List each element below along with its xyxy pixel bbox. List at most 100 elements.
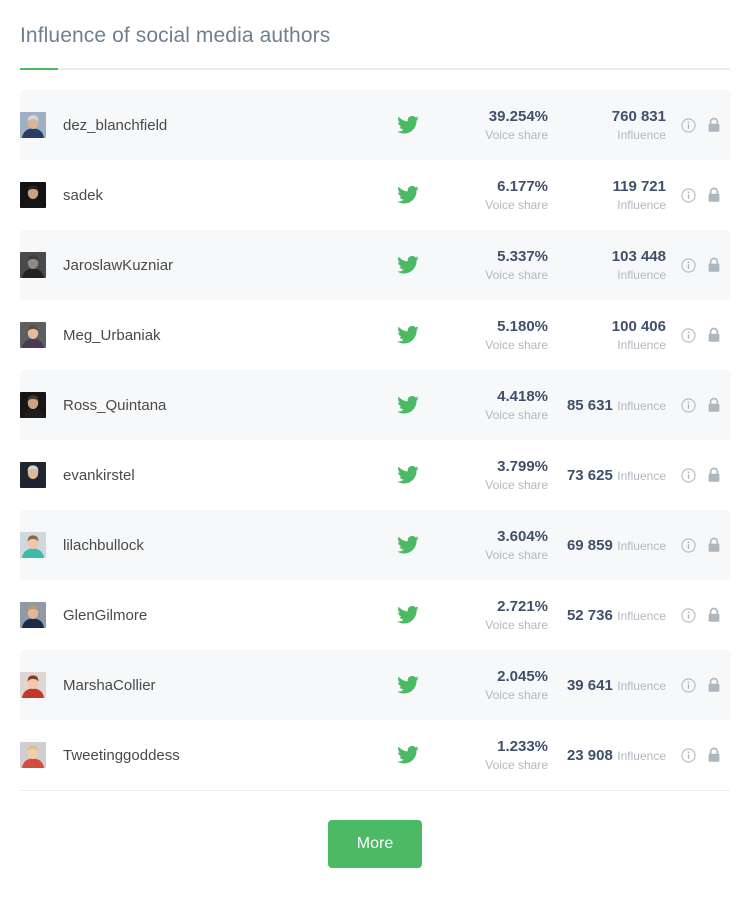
table-row[interactable]: Meg_Urbaniak 5.180% Voice share 100 406 … xyxy=(20,300,730,370)
voice-share-metric: 4.418% Voice share xyxy=(428,387,548,424)
lock-icon[interactable] xyxy=(706,327,722,343)
lock-icon[interactable] xyxy=(706,467,722,483)
info-circle-icon[interactable] xyxy=(680,467,696,483)
author-username: sadek xyxy=(63,186,104,204)
author-username: Meg_Urbaniak xyxy=(63,326,161,344)
avatar xyxy=(20,462,46,488)
info-circle-icon[interactable] xyxy=(680,187,696,203)
table-row[interactable]: GlenGilmore 2.721% Voice share 52 736 In… xyxy=(20,580,730,650)
avatar xyxy=(20,742,46,768)
lock-icon[interactable] xyxy=(706,537,722,553)
voice-share-value: 1.233% xyxy=(497,737,548,755)
info-circle-icon[interactable] xyxy=(680,117,696,133)
lock-icon[interactable] xyxy=(706,257,722,273)
card-header: Influence of social media authors xyxy=(0,0,750,70)
voice-share-value: 3.604% xyxy=(497,527,548,545)
info-circle-icon[interactable] xyxy=(680,327,696,343)
info-circle-icon[interactable] xyxy=(680,397,696,413)
influence-metric: 103 448 Influence xyxy=(548,247,666,284)
lock-icon[interactable] xyxy=(706,117,722,133)
voice-share-value: 2.721% xyxy=(497,597,548,615)
table-row[interactable]: evankirstel 3.799% Voice share 73 625 In… xyxy=(20,440,730,510)
page-title: Influence of social media authors xyxy=(20,24,331,47)
influence-value: 23 908 xyxy=(566,746,613,764)
twitter-bird-icon xyxy=(388,466,428,484)
more-button[interactable]: More xyxy=(328,820,422,868)
avatar xyxy=(20,602,46,628)
influence-metric: 119 721 Influence xyxy=(548,177,666,214)
influence-label: Influence xyxy=(617,538,666,553)
influence-value: 85 631 xyxy=(566,396,613,414)
influence-value: 119 721 xyxy=(612,177,666,195)
voice-share-metric: 6.177% Voice share xyxy=(428,177,548,214)
influence-value: 69 859 xyxy=(566,536,613,554)
info-circle-icon[interactable] xyxy=(680,607,696,623)
title-accent-bar xyxy=(20,68,58,70)
voice-share-label: Voice share xyxy=(485,127,548,142)
voice-share-value: 6.177% xyxy=(497,177,548,195)
voice-share-metric: 39.254% Voice share xyxy=(428,107,548,144)
voice-share-value: 5.337% xyxy=(497,247,548,265)
influence-value: 760 831 xyxy=(611,107,666,125)
influence-label: Influence xyxy=(617,197,666,212)
voice-share-metric: 3.799% Voice share xyxy=(428,457,548,494)
avatar xyxy=(20,252,46,278)
info-circle-icon[interactable] xyxy=(680,537,696,553)
influence-label: Influence xyxy=(617,748,666,763)
row-actions xyxy=(680,187,722,203)
twitter-bird-icon xyxy=(388,676,428,694)
voice-share-label: Voice share xyxy=(485,477,548,492)
twitter-bird-icon xyxy=(388,326,428,344)
voice-share-value: 4.418% xyxy=(497,387,548,405)
voice-share-metric: 2.721% Voice share xyxy=(428,597,548,634)
influence-label: Influence xyxy=(617,468,666,483)
table-row[interactable]: Tweetinggoddess 1.233% Voice share 23 90… xyxy=(20,720,730,790)
table-row[interactable]: JaroslawKuzniar 5.337% Voice share 103 4… xyxy=(20,230,730,300)
lock-icon[interactable] xyxy=(706,677,722,693)
voice-share-metric: 5.180% Voice share xyxy=(428,317,548,354)
row-actions xyxy=(680,747,722,763)
voice-share-metric: 2.045% Voice share xyxy=(428,667,548,704)
author-list: dez_blanchfield 39.254% Voice share 760 … xyxy=(0,90,750,790)
voice-share-value: 5.180% xyxy=(497,317,548,335)
twitter-bird-icon xyxy=(388,536,428,554)
table-row[interactable]: Ross_Quintana 4.418% Voice share 85 631 … xyxy=(20,370,730,440)
voice-share-value: 39.254% xyxy=(488,107,548,125)
influence-metric: 100 406 Influence xyxy=(548,317,666,354)
lock-icon[interactable] xyxy=(706,397,722,413)
row-actions xyxy=(680,677,722,693)
influence-label: Influence xyxy=(617,127,666,142)
row-actions xyxy=(680,607,722,623)
twitter-bird-icon xyxy=(388,396,428,414)
info-circle-icon[interactable] xyxy=(680,747,696,763)
card-footer: More xyxy=(0,791,750,868)
avatar xyxy=(20,112,46,138)
lock-icon[interactable] xyxy=(706,187,722,203)
info-circle-icon[interactable] xyxy=(680,677,696,693)
info-circle-icon[interactable] xyxy=(680,257,696,273)
influence-value: 73 625 xyxy=(566,466,613,484)
avatar xyxy=(20,672,46,698)
influence-metric: 73 625 Influence xyxy=(548,466,666,485)
voice-share-value: 3.799% xyxy=(497,457,548,475)
row-actions xyxy=(680,257,722,273)
table-row[interactable]: MarshaCollier 2.045% Voice share 39 641 … xyxy=(20,650,730,720)
influence-label: Influence xyxy=(617,678,666,693)
table-row[interactable]: lilachbullock 3.604% Voice share 69 859 … xyxy=(20,510,730,580)
table-row[interactable]: sadek 6.177% Voice share 119 721 Influen… xyxy=(20,160,730,230)
influence-value: 103 448 xyxy=(611,247,666,265)
avatar xyxy=(20,392,46,418)
influence-value: 39 641 xyxy=(566,676,613,694)
table-row[interactable]: dez_blanchfield 39.254% Voice share 760 … xyxy=(20,90,730,160)
row-actions xyxy=(680,467,722,483)
influence-label: Influence xyxy=(617,608,666,623)
lock-icon[interactable] xyxy=(706,607,722,623)
row-actions xyxy=(680,537,722,553)
influence-card: Influence of social media authors dez_bl… xyxy=(0,0,750,899)
author-username: JaroslawKuzniar xyxy=(63,256,174,274)
influence-value: 100 406 xyxy=(611,317,666,335)
influence-metric: 52 736 Influence xyxy=(548,606,666,625)
author-username: Tweetinggoddess xyxy=(63,746,180,764)
influence-metric: 69 859 Influence xyxy=(548,536,666,555)
lock-icon[interactable] xyxy=(706,747,722,763)
